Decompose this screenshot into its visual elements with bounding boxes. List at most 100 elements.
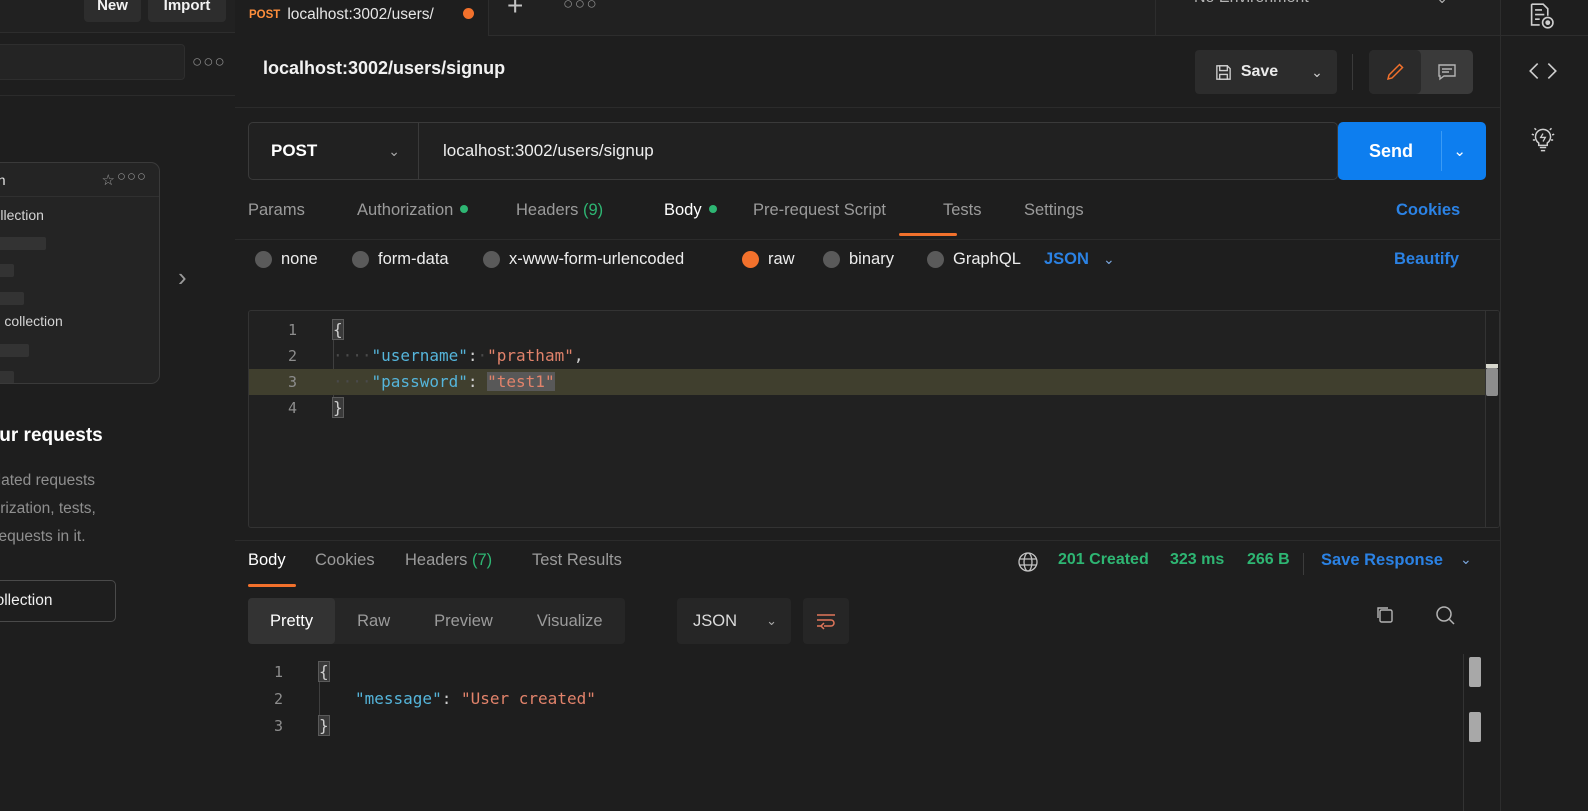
onboarding-desc-line-1: u group related requests: [0, 472, 96, 489]
response-line: 3 }: [235, 713, 1500, 739]
line-number: 4: [287, 399, 297, 417]
line-number: 1: [287, 321, 297, 339]
response-scrollbar-thumb[interactable]: [1469, 657, 1481, 687]
search-icon[interactable]: [1433, 603, 1457, 627]
send-options-caret[interactable]: ⌄: [1453, 142, 1466, 160]
tab-label: Settings: [1024, 201, 1084, 219]
response-tab-body[interactable]: Body: [248, 551, 286, 570]
tab-body[interactable]: Body: [664, 201, 717, 220]
body-type-x-www-form-urlencoded[interactable]: x-www-form-urlencoded: [483, 250, 684, 269]
create-collection-button[interactable]: e Collection: [0, 580, 116, 622]
response-view-pretty[interactable]: Pretty: [248, 598, 336, 644]
body-type-label: none: [281, 250, 318, 268]
response-line: 1 {: [235, 659, 1500, 685]
http-method-select[interactable]: POST ⌄: [249, 123, 419, 179]
line-number: 3: [287, 373, 297, 391]
save-label: Save: [1240, 63, 1279, 80]
pencil-icon[interactable]: [1369, 50, 1421, 94]
request-body-editor[interactable]: 1 { 2 ····"username":·"pratham", 3 ····"…: [248, 310, 1500, 528]
response-format-select[interactable]: JSON ⌄: [677, 598, 791, 644]
send-button[interactable]: Send ⌄: [1338, 122, 1486, 180]
body-type-label: x-www-form-urlencoded: [509, 250, 685, 268]
right-sidebar-rail: [1500, 0, 1588, 811]
lightbulb-icon[interactable]: [1527, 124, 1559, 156]
radio-icon: [483, 251, 500, 268]
collection-card-more-icon[interactable]: ○○○: [117, 168, 147, 185]
cookies-link[interactable]: Cookies: [1396, 201, 1460, 220]
tab-more-icon[interactable]: ○○○: [563, 0, 598, 14]
editor-line-active: 3 ····"password": "test1": [249, 369, 1499, 395]
chevron-right-icon[interactable]: ›: [178, 262, 187, 293]
response-scrollbar-thumb-secondary[interactable]: [1469, 712, 1481, 742]
word-wrap-icon[interactable]: [803, 598, 849, 644]
editor-scrollbar[interactable]: [1485, 311, 1499, 527]
body-type-form-data[interactable]: form-data: [352, 250, 449, 269]
response-size: 266 B: [1247, 551, 1290, 568]
body-format-select[interactable]: JSON ⌄: [1044, 250, 1115, 269]
new-button[interactable]: New: [84, 0, 141, 22]
body-type-binary[interactable]: binary: [823, 250, 894, 269]
response-scrollbar-track[interactable]: [1463, 654, 1464, 811]
save-response-button[interactable]: Save Response: [1321, 551, 1443, 570]
environment-quick-look-icon[interactable]: [1527, 3, 1557, 33]
meta-separator: [1303, 553, 1304, 575]
status-dot-icon: [708, 205, 717, 213]
brace-token: }: [332, 397, 344, 418]
beautify-link[interactable]: Beautify: [1394, 250, 1459, 269]
comment-icon[interactable]: [1421, 50, 1473, 94]
sidebar-more-icon[interactable]: ○○○: [192, 52, 226, 72]
tab-settings[interactable]: Settings: [1024, 201, 1084, 220]
sidebar-panel: New Import ○○○ tion ☆ ○○○ der inside col…: [0, 0, 235, 811]
response-tab-test-results[interactable]: Test Results: [532, 551, 622, 570]
save-options-caret[interactable]: ⌄: [1297, 50, 1337, 94]
new-tab-plus-icon[interactable]: +: [507, 0, 523, 22]
tab-label: Test Results: [532, 551, 622, 569]
body-type-raw[interactable]: raw: [742, 250, 795, 269]
editor-scrollbar-thumb[interactable]: [1486, 368, 1498, 396]
json-colon: :: [441, 689, 452, 708]
copy-icon[interactable]: [1373, 603, 1397, 627]
save-button[interactable]: Save: [1195, 50, 1297, 94]
brace-token: }: [318, 715, 330, 736]
body-type-graphql[interactable]: GraphQL: [927, 250, 1021, 269]
tab-pre-request-script[interactable]: Pre-request Script: [753, 201, 886, 220]
star-icon[interactable]: ☆: [102, 171, 115, 189]
json-key: "password": [371, 372, 468, 391]
tab-label: Params: [248, 201, 305, 219]
response-tab-cookies[interactable]: Cookies: [315, 551, 375, 570]
chevron-down-icon: ⌄: [766, 613, 777, 628]
response-view-preview[interactable]: Preview: [412, 598, 515, 644]
tab-headers[interactable]: Headers (9): [516, 201, 603, 220]
tab-authorization[interactable]: Authorization: [357, 201, 469, 220]
sidebar-search-input[interactable]: [0, 44, 185, 80]
response-view-raw[interactable]: Raw: [335, 598, 412, 644]
response-body-viewer[interactable]: 1 { 2 "message": "User created" 3 }: [235, 654, 1500, 811]
tab-label: Authorization: [357, 201, 454, 219]
response-tab-headers[interactable]: Headers (7): [405, 551, 492, 570]
json-colon: :: [467, 372, 478, 391]
url-input[interactable]: localhost:3002/users/signup: [443, 141, 654, 161]
request-header-bar: localhost:3002/users/signup Save ⌄: [235, 36, 1500, 108]
response-format-row: Pretty Raw Preview Visualize JSON ⌄: [235, 598, 1500, 644]
environment-selector[interactable]: No Environment ⌄: [1155, 0, 1500, 36]
body-type-none[interactable]: none: [255, 250, 318, 269]
import-button[interactable]: Import: [148, 0, 226, 22]
floppy-disk-icon: [1214, 63, 1233, 82]
body-format-label: JSON: [1044, 250, 1089, 268]
tab-tests[interactable]: Tests: [943, 201, 982, 220]
json-key: "username": [371, 346, 468, 365]
http-method-label: POST: [271, 141, 318, 160]
header-separator: [1352, 54, 1353, 90]
collection-card-header: tion ☆ ○○○: [0, 163, 159, 197]
request-tab[interactable]: POST localhost:3002/users/: [235, 0, 489, 36]
chevron-down-icon[interactable]: ⌄: [1436, 0, 1448, 7]
indent-dots: ····: [333, 372, 372, 391]
code-snippet-icon[interactable]: [1527, 56, 1559, 86]
sidebar-search-row: ○○○: [0, 44, 235, 82]
response-view-toggle: Pretty Raw Preview Visualize: [248, 598, 625, 644]
save-response-caret[interactable]: ⌄: [1460, 551, 1472, 568]
globe-icon[interactable]: [1017, 551, 1039, 573]
response-view-visualize[interactable]: Visualize: [515, 598, 625, 644]
tab-label: Body: [248, 551, 286, 569]
tab-params[interactable]: Params: [248, 201, 305, 220]
